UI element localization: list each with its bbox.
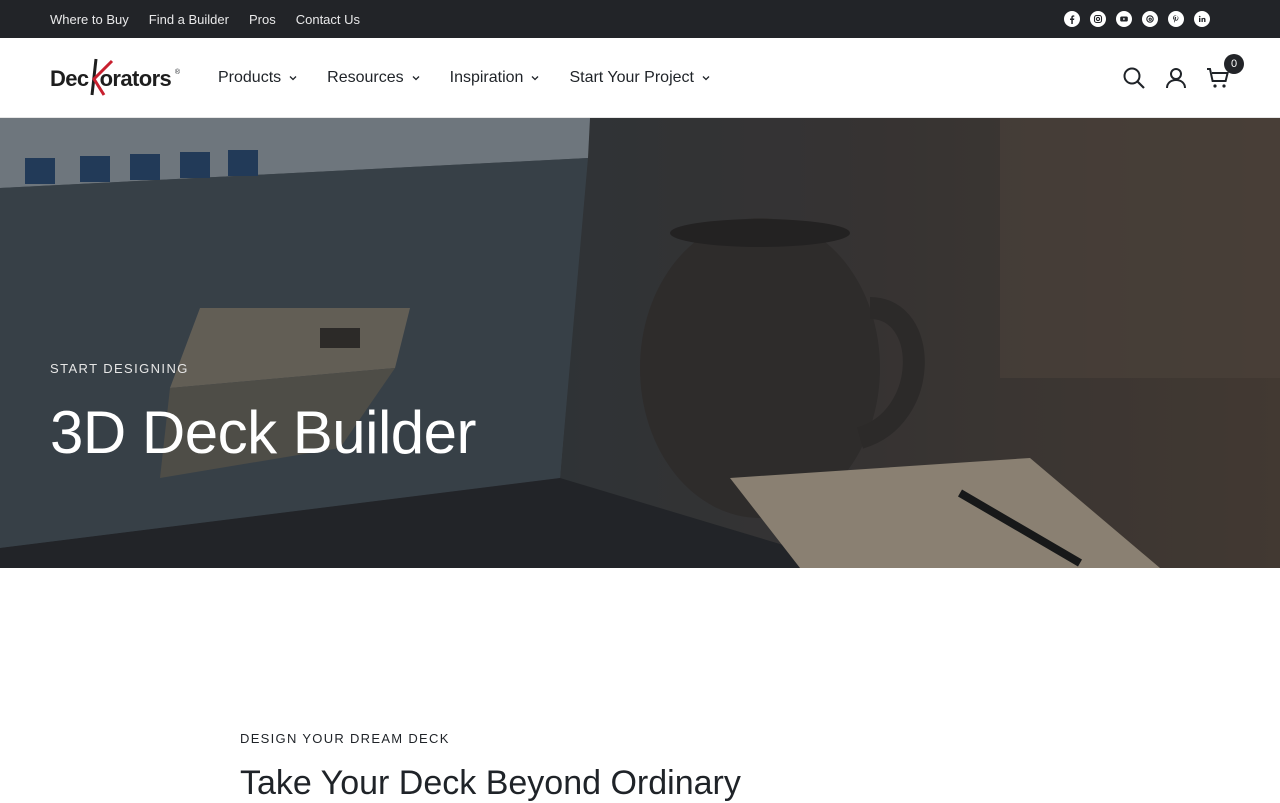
- social-links: [1064, 11, 1210, 27]
- nav-start-your-project[interactable]: Start Your Project: [569, 69, 710, 87]
- nav-start-your-project-label: Start Your Project: [569, 68, 694, 86]
- primary-nav: Products Resources Inspiration Start You…: [218, 69, 710, 87]
- facebook-icon[interactable]: [1064, 11, 1080, 27]
- threads-icon[interactable]: [1142, 11, 1158, 27]
- cart-count-badge: 0: [1224, 53, 1244, 74]
- youtube-icon[interactable]: [1116, 11, 1132, 27]
- nav-inspiration[interactable]: Inspiration: [450, 69, 540, 87]
- nav-resources[interactable]: Resources: [327, 68, 420, 87]
- nav-products-label: Products: [218, 68, 282, 86]
- where-to-buy-link[interactable]: Where to Buy: [50, 12, 129, 27]
- utility-links: Where to Buy Find a Builder Pros Contact…: [50, 12, 360, 27]
- logo-registered-mark: ®: [174, 68, 180, 76]
- instagram-icon[interactable]: [1090, 11, 1106, 27]
- find-a-builder-link[interactable]: Find a Builder: [149, 12, 229, 27]
- cart-icon[interactable]: 0: [1206, 53, 1244, 90]
- hero-title: 3D Deck Builder: [50, 399, 477, 466]
- logo-k-mark: [90, 58, 114, 96]
- chevron-down-icon: [289, 75, 297, 80]
- hero-eyebrow: START DESIGNING: [50, 361, 189, 376]
- hero-banner: START DESIGNING 3D Deck Builder: [0, 118, 1280, 568]
- nav-resources-label: Resources: [327, 68, 404, 86]
- utility-bar: Where to Buy Find a Builder Pros Contact…: [0, 0, 1280, 38]
- pinterest-icon[interactable]: [1168, 11, 1184, 27]
- nav-products[interactable]: Products: [218, 69, 297, 87]
- hero-overlay: [0, 118, 1280, 568]
- account-icon[interactable]: [1164, 66, 1188, 90]
- contact-us-link[interactable]: Contact Us: [296, 12, 360, 27]
- nav-inspiration-label: Inspiration: [449, 68, 524, 86]
- linkedin-icon[interactable]: [1194, 11, 1210, 27]
- section-eyebrow: DESIGN YOUR DREAM DECK: [240, 731, 450, 746]
- main-header: Dec orators ® Products Resources Inspira…: [0, 38, 1280, 118]
- chevron-down-icon: [531, 75, 539, 80]
- pros-link[interactable]: Pros: [249, 12, 276, 27]
- section-title: Take Your Deck Beyond Ordinary: [240, 764, 741, 802]
- chevron-down-icon: [702, 75, 710, 80]
- deckorators-logo[interactable]: Dec orators ®: [50, 57, 180, 99]
- search-icon[interactable]: [1122, 66, 1146, 90]
- chevron-down-icon: [412, 75, 420, 80]
- header-actions: 0: [1122, 53, 1244, 90]
